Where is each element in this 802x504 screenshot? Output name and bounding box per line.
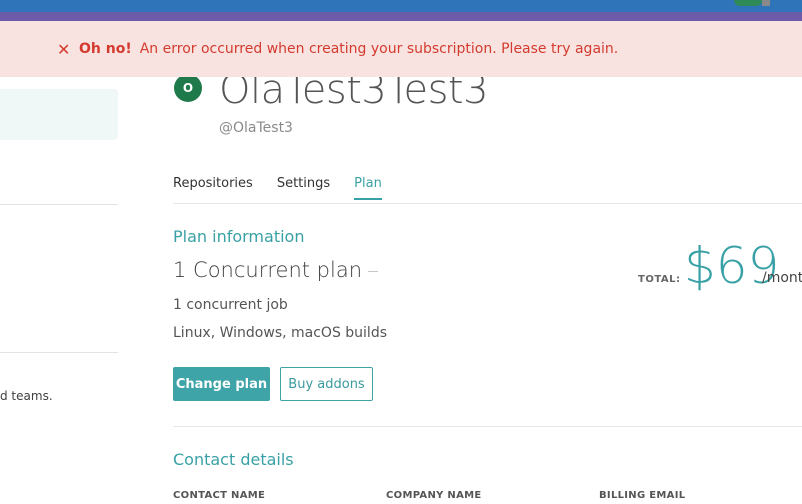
divider-dash <box>368 270 378 272</box>
price-period: /mont <box>762 270 802 286</box>
sidebar-card <box>0 89 118 140</box>
tab-bar: Repositories Settings Plan <box>173 176 406 200</box>
error-title: Oh no! <box>79 41 132 57</box>
error-message: An error occurred when creating your sub… <box>139 41 619 57</box>
top-navbar <box>0 0 802 12</box>
total-label: TOTAL: <box>638 274 681 285</box>
column-header-contact-name: CONTACT NAME <box>173 490 266 501</box>
contact-heading: Contact details <box>173 450 294 469</box>
error-banner: ✕ Oh no! An error occurred when creating… <box>0 21 802 77</box>
tab-settings[interactable]: Settings <box>277 176 330 200</box>
tab-divider <box>173 203 802 204</box>
plan-name: 1 Concurrent plan <box>173 258 378 282</box>
plan-price: $69 <box>684 237 780 295</box>
sidebar-divider <box>0 352 118 353</box>
sidebar-divider <box>0 204 118 205</box>
change-plan-button[interactable]: Change plan <box>173 367 270 401</box>
column-header-billing-email: BILLING EMAIL <box>599 490 686 501</box>
org-avatar: O <box>174 74 202 102</box>
plan-name-text: 1 Concurrent plan <box>173 258 362 282</box>
close-icon[interactable]: ✕ <box>57 40 71 59</box>
section-divider <box>173 426 802 427</box>
plan-heading: Plan information <box>173 227 305 246</box>
tab-repositories[interactable]: Repositories <box>173 176 253 200</box>
plan-builds: Linux, Windows, macOS builds <box>173 325 388 341</box>
user-menu-caret-icon[interactable] <box>762 0 770 6</box>
org-handle: @OlaTest3 <box>219 120 293 136</box>
user-avatar[interactable] <box>734 0 762 6</box>
top-accent-bar <box>0 12 802 21</box>
buy-addons-button[interactable]: Buy addons <box>280 367 373 401</box>
column-header-company-name: COMPANY NAME <box>386 490 482 501</box>
sidebar-text: d teams. <box>0 389 53 403</box>
tab-plan[interactable]: Plan <box>354 176 382 200</box>
plan-jobs: 1 concurrent job <box>173 297 288 313</box>
